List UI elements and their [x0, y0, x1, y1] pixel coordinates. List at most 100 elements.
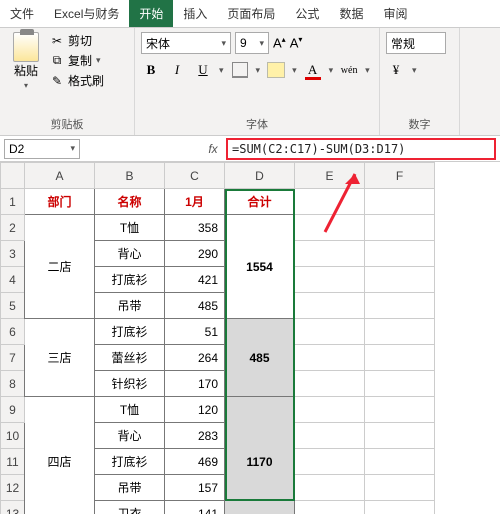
column-header[interactable]: B [95, 163, 165, 189]
name-cell[interactable]: 背心 [95, 241, 165, 267]
currency-button[interactable]: ¥ [386, 60, 406, 80]
row-header[interactable]: 7 [1, 345, 25, 371]
value-cell[interactable]: 120 [165, 397, 225, 423]
cell[interactable] [365, 319, 435, 345]
sum-cell[interactable]: 1170 [225, 397, 295, 514]
row-header[interactable]: 1 [1, 189, 25, 215]
name-cell[interactable]: 蕾丝衫 [95, 345, 165, 371]
cell[interactable] [295, 267, 365, 293]
header-cell[interactable]: 合计 [225, 189, 295, 215]
name-cell[interactable]: 针织衫 [95, 371, 165, 397]
row-header[interactable]: 8 [1, 371, 25, 397]
cell[interactable] [365, 371, 435, 397]
value-cell[interactable]: 141 [165, 501, 225, 514]
row-header[interactable]: 13 [1, 501, 25, 514]
cell[interactable] [295, 241, 365, 267]
column-header[interactable]: C [165, 163, 225, 189]
cell[interactable] [365, 241, 435, 267]
underline-button[interactable]: U [193, 60, 213, 80]
value-cell[interactable]: 358 [165, 215, 225, 241]
dept-cell[interactable]: 三店 [25, 319, 95, 397]
column-header[interactable]: F [365, 163, 435, 189]
row-header[interactable]: 2 [1, 215, 25, 241]
cell[interactable] [295, 345, 365, 371]
insert-function-button[interactable]: fx [200, 142, 226, 156]
name-cell[interactable]: 打底衫 [95, 449, 165, 475]
row-header[interactable]: 10 [1, 423, 25, 449]
row-header[interactable]: 9 [1, 397, 25, 423]
value-cell[interactable]: 157 [165, 475, 225, 501]
bold-button[interactable]: B [141, 60, 161, 80]
dept-cell[interactable]: 四店 [25, 397, 95, 514]
name-cell[interactable]: T恤 [95, 215, 165, 241]
name-cell[interactable]: 背心 [95, 423, 165, 449]
value-cell[interactable]: 170 [165, 371, 225, 397]
name-cell[interactable]: 吊带 [95, 293, 165, 319]
row-header[interactable]: 6 [1, 319, 25, 345]
row-header[interactable]: 3 [1, 241, 25, 267]
cell[interactable] [365, 423, 435, 449]
dept-cell[interactable]: 二店 [25, 215, 95, 319]
name-cell[interactable]: 打底衫 [95, 267, 165, 293]
cell[interactable] [365, 345, 435, 371]
tab-excel-finance[interactable]: Excel与财务 [44, 0, 129, 27]
cell[interactable] [295, 501, 365, 514]
fill-color-button[interactable] [266, 60, 286, 80]
name-cell[interactable]: T恤 [95, 397, 165, 423]
tab-insert[interactable]: 插入 [173, 0, 217, 27]
name-cell[interactable]: 卫衣 [95, 501, 165, 514]
cell[interactable] [365, 215, 435, 241]
tab-file[interactable]: 文件 [0, 0, 44, 27]
cell[interactable] [365, 293, 435, 319]
value-cell[interactable]: 283 [165, 423, 225, 449]
format-painter-button[interactable]: ✎格式刷 [50, 72, 104, 89]
cell[interactable] [295, 371, 365, 397]
name-cell[interactable]: 吊带 [95, 475, 165, 501]
tab-review[interactable]: 审阅 [373, 0, 417, 27]
font-name-combo[interactable]: 宋体▾ [141, 32, 231, 54]
cell[interactable] [365, 475, 435, 501]
copy-button[interactable]: ⧉复制 ▾ [50, 52, 104, 69]
cell[interactable] [295, 423, 365, 449]
cell[interactable] [295, 215, 365, 241]
tab-data[interactable]: 数据 [329, 0, 373, 27]
worksheet-grid[interactable]: ABCDEF1部门名称1月合计2二店T恤35815543背心2904打底衫421… [0, 162, 500, 514]
header-cell[interactable]: 部门 [25, 189, 95, 215]
font-size-combo[interactable]: 9▾ [235, 32, 269, 54]
border-button[interactable] [230, 60, 250, 80]
cell[interactable] [365, 267, 435, 293]
value-cell[interactable]: 469 [165, 449, 225, 475]
value-cell[interactable]: 290 [165, 241, 225, 267]
sum-cell[interactable]: 485 [225, 319, 295, 397]
value-cell[interactable]: 51 [165, 319, 225, 345]
header-cell[interactable]: 名称 [95, 189, 165, 215]
cell[interactable] [365, 397, 435, 423]
tab-home[interactable]: 开始 [129, 0, 173, 27]
formula-input[interactable]: =SUM(C2:C17)-SUM(D3:D17) [226, 138, 496, 160]
column-header[interactable]: D [225, 163, 295, 189]
value-cell[interactable]: 264 [165, 345, 225, 371]
row-header[interactable]: 4 [1, 267, 25, 293]
name-cell[interactable]: 打底衫 [95, 319, 165, 345]
cell[interactable] [295, 397, 365, 423]
row-header[interactable]: 5 [1, 293, 25, 319]
cell[interactable] [295, 475, 365, 501]
cell[interactable] [365, 449, 435, 475]
shrink-font-button[interactable]: A▾ [290, 35, 303, 50]
cell[interactable] [295, 189, 365, 215]
row-header[interactable]: 12 [1, 475, 25, 501]
cell[interactable] [365, 189, 435, 215]
name-box[interactable]: D2▾ [4, 139, 80, 159]
phonetic-button[interactable]: wén [339, 60, 359, 80]
cell[interactable] [365, 501, 435, 514]
column-header[interactable]: A [25, 163, 95, 189]
cell[interactable] [295, 319, 365, 345]
cell[interactable] [295, 449, 365, 475]
font-color-button[interactable]: A [303, 60, 323, 80]
grow-font-button[interactable]: A▴ [273, 35, 286, 50]
number-format-combo[interactable]: 常规 [386, 32, 446, 54]
row-header[interactable]: 11 [1, 449, 25, 475]
cut-button[interactable]: ✂剪切 [50, 32, 104, 49]
paste-button[interactable]: 粘贴 ▾ [6, 32, 46, 90]
tab-layout[interactable]: 页面布局 [217, 0, 285, 27]
